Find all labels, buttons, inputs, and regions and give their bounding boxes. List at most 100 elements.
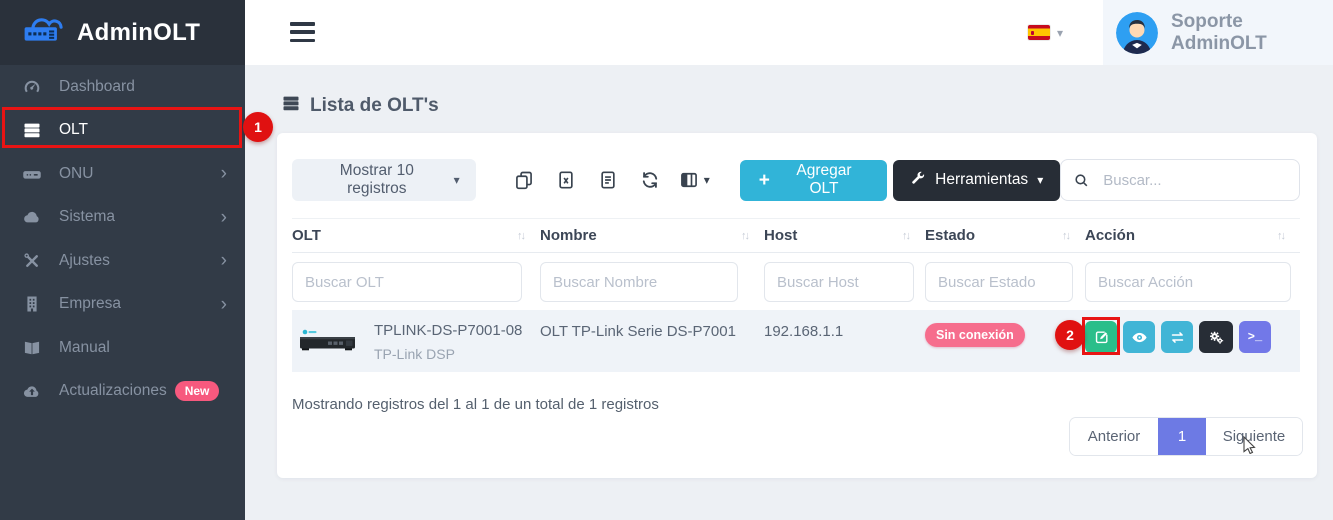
avatar [1116, 12, 1158, 54]
gauge-icon [20, 76, 44, 98]
filter-estado-input[interactable] [925, 262, 1073, 302]
copy-icon[interactable] [513, 168, 535, 192]
user-menu[interactable]: Soporte AdminOLT [1103, 0, 1333, 65]
file-export-icon[interactable] [597, 168, 619, 192]
page-length-label: Mostrar 10 registros [308, 162, 446, 198]
transfer-arrows-icon [1169, 329, 1186, 346]
chevron-right-icon: › [221, 208, 227, 227]
sidebar-item-empresa[interactable]: Empresa › [0, 283, 245, 327]
sidebar-item-label: ONU [59, 165, 93, 183]
caret-down-icon: ▾ [1057, 26, 1063, 40]
excel-export-icon[interactable] [555, 168, 577, 192]
table-toolbar: Mostrar 10 registros ▾ ▾ [292, 159, 1300, 201]
eye-icon [1131, 329, 1148, 346]
chevron-right-icon: › [221, 251, 227, 270]
accion-cell: >_ [1085, 310, 1300, 372]
table-search [1060, 159, 1300, 201]
sidebar-item-label: Sistema [59, 208, 115, 226]
topbar: ▾ Soporte AdminOLT [245, 0, 1333, 65]
search-input[interactable] [1101, 171, 1281, 190]
search-icon [1073, 172, 1090, 189]
records-summary: Mostrando registros del 1 al 1 de un tot… [292, 396, 659, 413]
sidebar-item-label: Empresa [59, 295, 121, 313]
filter-host-input[interactable] [764, 262, 914, 302]
sort-icon: ↑↓ [1277, 230, 1284, 242]
edit-olt-button[interactable] [1085, 321, 1117, 353]
brand-header: AdminOLT [0, 0, 245, 65]
table-filter-row [292, 254, 1300, 310]
olt-name: TPLINK-DS-P7001-08 [374, 322, 522, 339]
column-header-olt[interactable]: OLT ↑↓ [292, 227, 540, 244]
plus-icon: + [759, 171, 770, 190]
sidebar-item-ajustes[interactable]: Ajustes › [0, 239, 245, 283]
page-length-dropdown[interactable]: Mostrar 10 registros ▾ [292, 159, 476, 201]
sidebar-item-label: Actualizaciones [59, 382, 167, 400]
modem-icon [20, 163, 44, 185]
spain-flag-icon [1028, 25, 1050, 40]
add-olt-button[interactable]: + Agregar OLT [740, 160, 887, 201]
user-name: Soporte AdminOLT [1171, 11, 1333, 55]
column-header-estado[interactable]: Estado ↑↓ [925, 227, 1085, 244]
nombre-cell: OLT TP-Link Serie DS-P7001 [540, 310, 764, 372]
column-header-nombre[interactable]: Nombre ↑↓ [540, 227, 764, 244]
adminolt-logo-icon [20, 9, 68, 56]
sidebar-item-manual[interactable]: Manual [0, 326, 245, 370]
olt-cell: TPLINK-DS-P7001-08 TP-Link DSP [292, 310, 540, 372]
table-header-row: OLT ↑↓ Nombre ↑↓ Host ↑↓ Estado ↑↓ Acció… [292, 218, 1300, 253]
filter-olt-input[interactable] [292, 262, 522, 302]
filter-nombre-input[interactable] [540, 262, 738, 302]
edit-pencil-icon [1093, 329, 1110, 346]
cloud-icon [20, 206, 44, 228]
column-header-accion[interactable]: Acción ↑↓ [1085, 227, 1300, 244]
export-buttons: ▾ [503, 168, 718, 192]
caret-down-icon: ▾ [1037, 173, 1043, 187]
sidebar-item-onu[interactable]: ONU › [0, 152, 245, 196]
page-title-row: Lista de OLT's [281, 93, 439, 118]
sidebar-item-dashboard[interactable]: Dashboard [0, 65, 245, 109]
pagination-prev-button[interactable]: Anterior [1070, 418, 1158, 455]
cloud-upload-icon [20, 380, 44, 402]
sidebar-item-olt[interactable]: OLT [0, 109, 245, 153]
new-badge: New [175, 381, 220, 401]
brand-name: AdminOLT [77, 19, 200, 47]
transfer-olt-button[interactable] [1161, 321, 1193, 353]
table-row: TPLINK-DS-P7001-08 TP-Link DSP OLT TP-Li… [292, 310, 1300, 372]
chevron-right-icon: › [221, 164, 227, 183]
configure-olt-button[interactable] [1199, 321, 1233, 353]
server-icon [20, 119, 44, 141]
sort-icon: ↑↓ [517, 230, 524, 242]
refresh-icon[interactable] [639, 168, 661, 192]
pagination-next-button[interactable]: Siguiente [1206, 418, 1302, 455]
sidebar-item-label: OLT [59, 121, 88, 139]
hamburger-menu-icon[interactable] [290, 22, 315, 42]
sidebar-item-sistema[interactable]: Sistema › [0, 196, 245, 240]
book-icon [20, 337, 44, 359]
terminal-icon: >_ [1248, 330, 1262, 344]
pagination-page-1-button[interactable]: 1 [1158, 418, 1206, 455]
sort-icon: ↑↓ [1062, 230, 1069, 242]
column-header-host[interactable]: Host ↑↓ [764, 227, 925, 244]
olt-model: TP-Link DSP [374, 346, 522, 362]
sidebar-menu: Dashboard OLT ONU › Sistema › Aj [0, 65, 245, 413]
terminal-olt-button[interactable]: >_ [1239, 321, 1271, 353]
language-dropdown[interactable]: ▾ [1028, 0, 1063, 65]
tools-label: Herramientas [935, 171, 1028, 189]
sidebar-item-label: Dashboard [59, 78, 135, 96]
caret-down-icon: ▾ [454, 173, 460, 187]
building-icon [20, 293, 44, 315]
olt-name-block: TPLINK-DS-P7001-08 TP-Link DSP [374, 322, 522, 372]
pagination: Anterior 1 Siguiente [1070, 418, 1302, 455]
main-content: Lista de OLT's Mostrar 10 registros ▾ [245, 65, 1333, 520]
status-badge: Sin conexión [925, 323, 1025, 347]
sidebar-item-actualizaciones[interactable]: Actualizaciones New [0, 370, 245, 414]
sidebar-item-label: Manual [59, 339, 110, 357]
tools-dropdown-button[interactable]: Herramientas ▾ [893, 160, 1060, 201]
gears-icon [1208, 329, 1225, 346]
tools-icon [20, 250, 44, 272]
sidebar: AdminOLT Dashboard OLT ONU › Sistema [0, 0, 245, 520]
wrench-icon [910, 170, 926, 191]
view-olt-button[interactable] [1123, 321, 1155, 353]
filter-accion-input[interactable] [1085, 262, 1291, 302]
caret-down-icon: ▾ [704, 173, 710, 187]
column-visibility-dropdown[interactable]: ▾ [679, 170, 710, 190]
